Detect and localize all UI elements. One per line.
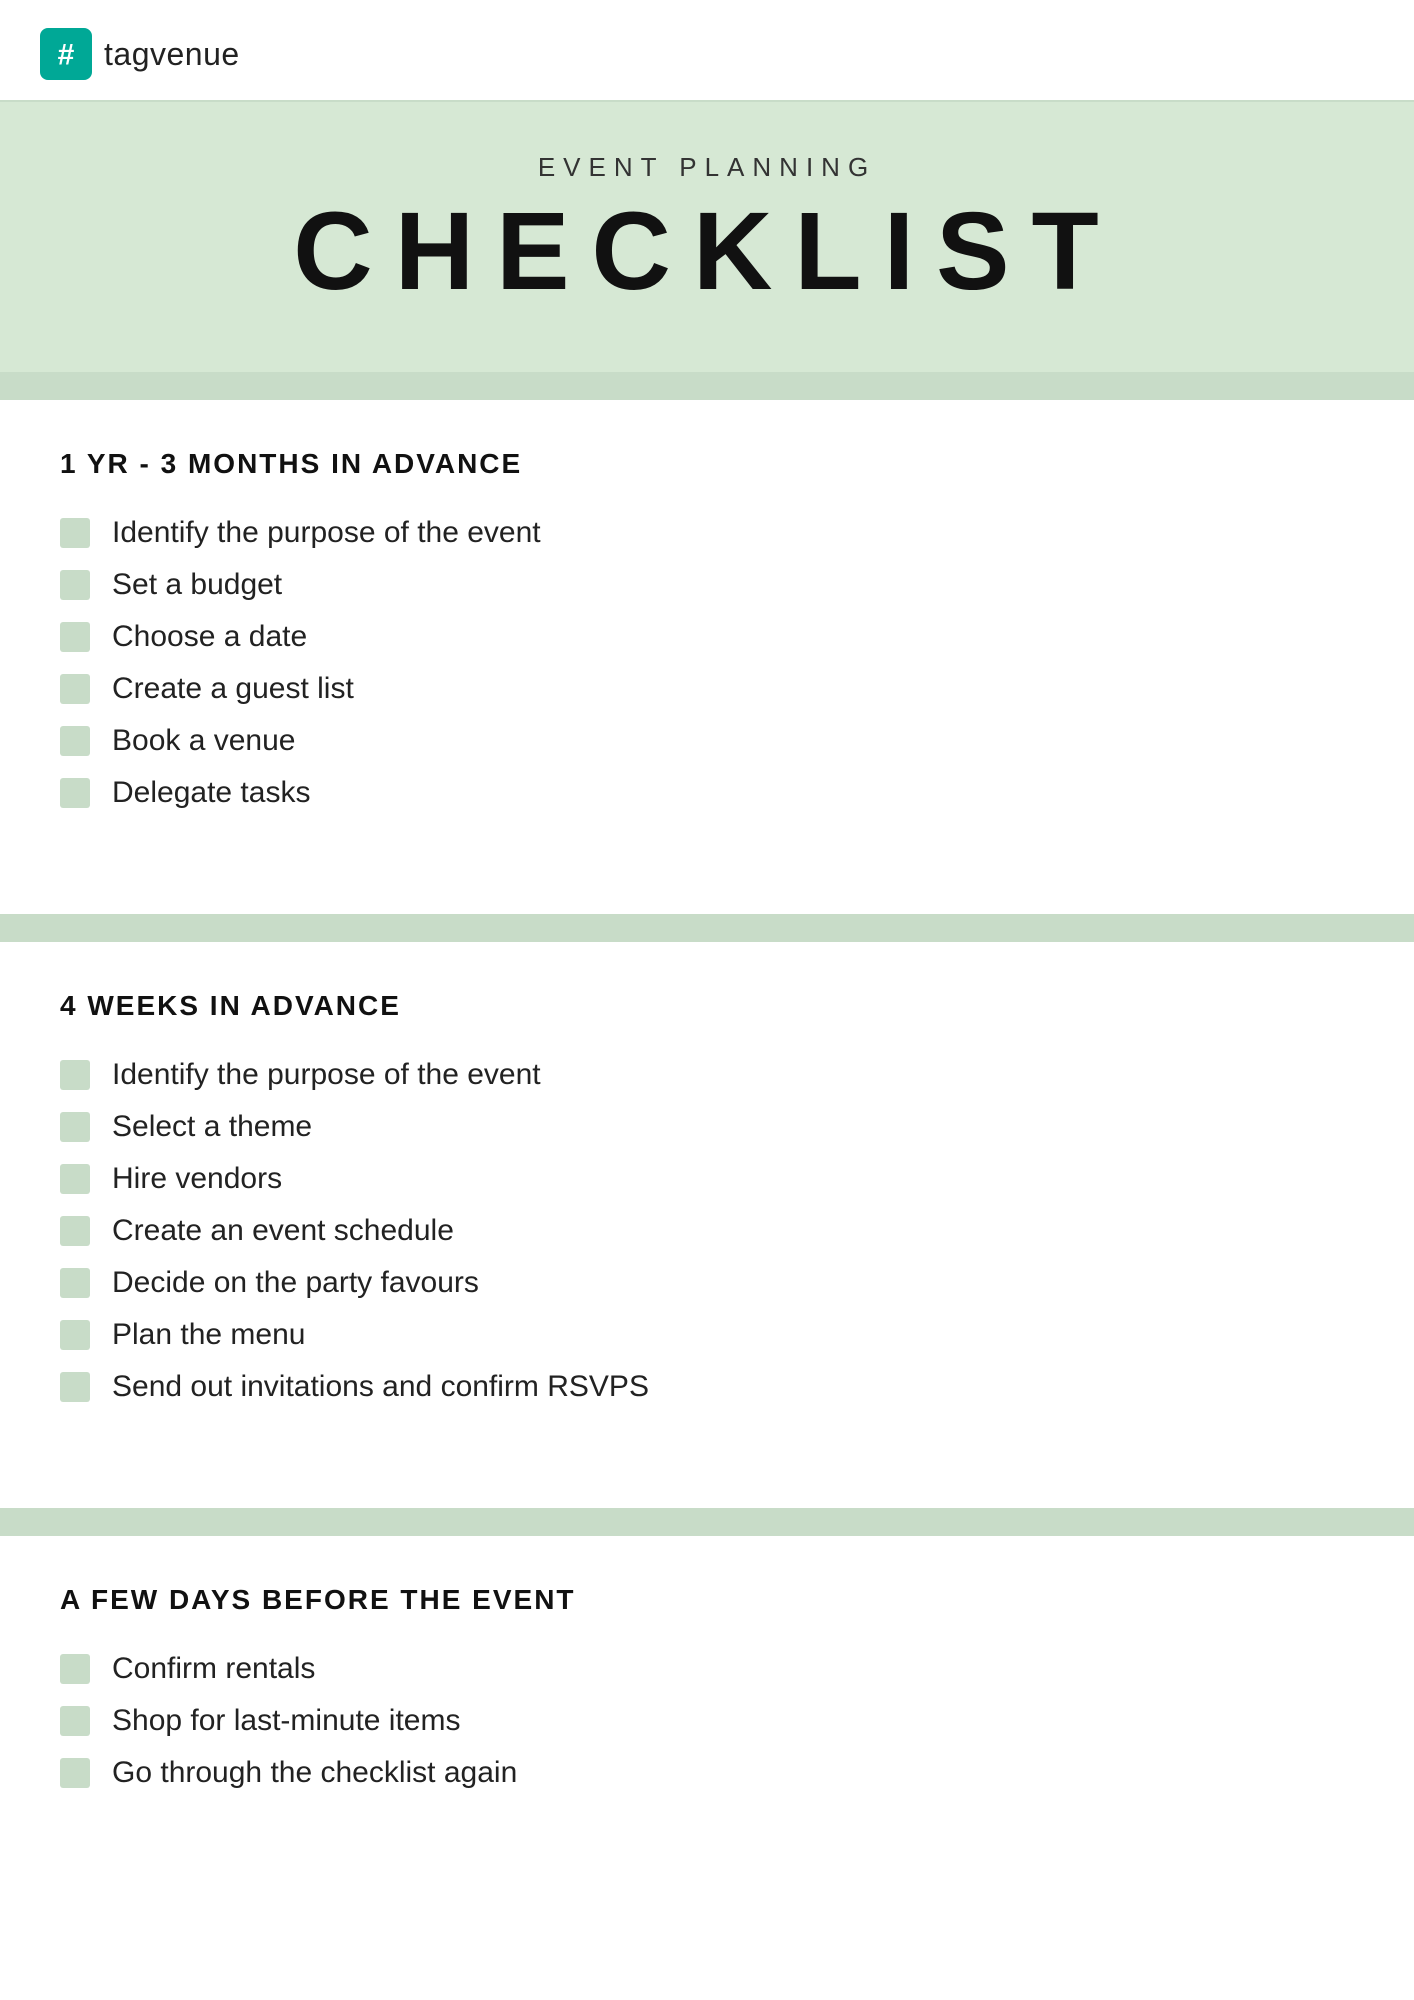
checkbox-icon[interactable] [60, 674, 90, 704]
list-item-label: Hire vendors [112, 1162, 282, 1196]
list-item-label: Identify the purpose of the event [112, 516, 541, 550]
checkbox-icon[interactable] [60, 1654, 90, 1684]
list-item: Identify the purpose of the event [60, 1058, 1354, 1092]
list-item-label: Send out invitations and confirm RSVPS [112, 1370, 649, 1404]
list-item: Identify the purpose of the event [60, 516, 1354, 550]
list-item-label: Select a theme [112, 1110, 312, 1144]
hero-title: CHECKLIST [40, 191, 1374, 312]
section-divider-2 [0, 914, 1414, 942]
list-item-label: Delegate tasks [112, 776, 310, 810]
section-1yr-list: Identify the purpose of the event Set a … [60, 516, 1354, 810]
list-item: Send out invitations and confirm RSVPS [60, 1370, 1354, 1404]
list-item: Create a guest list [60, 672, 1354, 706]
footer-space [0, 1846, 1414, 1906]
checkbox-icon[interactable] [60, 570, 90, 600]
logo-text: tagvenue [104, 36, 240, 73]
section-fewdays-list: Confirm rentals Shop for last-minute ite… [60, 1652, 1354, 1790]
list-item-label: Plan the menu [112, 1318, 305, 1352]
checkbox-icon[interactable] [60, 1164, 90, 1194]
list-item: Set a budget [60, 568, 1354, 602]
section-4weeks-block: 4 WEEKS IN ADVANCE Identify the purpose … [0, 942, 1414, 1460]
list-item-label: Confirm rentals [112, 1652, 315, 1686]
checkbox-icon[interactable] [60, 518, 90, 548]
checkbox-icon[interactable] [60, 1758, 90, 1788]
list-item-label: Create a guest list [112, 672, 354, 706]
list-item-label: Shop for last-minute items [112, 1704, 460, 1738]
section-gap-1 [0, 866, 1414, 914]
checkbox-icon[interactable] [60, 1112, 90, 1142]
logo-bar: # tagvenue [0, 0, 1414, 102]
list-item-label: Identify the purpose of the event [112, 1058, 541, 1092]
section-divider-3 [0, 1508, 1414, 1536]
checkbox-icon[interactable] [60, 1706, 90, 1736]
section-1yr-block: 1 YR - 3 MONTHS IN ADVANCE Identify the … [0, 400, 1414, 866]
section-gap-2 [0, 1460, 1414, 1508]
section-4weeks-heading: 4 WEEKS IN ADVANCE [60, 990, 1354, 1022]
list-item-label: Decide on the party favours [112, 1266, 479, 1300]
checkbox-icon[interactable] [60, 622, 90, 652]
svg-text:#: # [58, 39, 75, 72]
checkbox-icon[interactable] [60, 1268, 90, 1298]
checkbox-icon[interactable] [60, 1372, 90, 1402]
list-item: Delegate tasks [60, 776, 1354, 810]
tagvenue-logo-icon: # [40, 28, 92, 80]
list-item: Choose a date [60, 620, 1354, 654]
section-fewdays-heading: A FEW DAYS BEFORE THE EVENT [60, 1584, 1354, 1616]
checkbox-icon[interactable] [60, 1060, 90, 1090]
list-item: Book a venue [60, 724, 1354, 758]
section-4weeks-list: Identify the purpose of the event Select… [60, 1058, 1354, 1404]
list-item: Confirm rentals [60, 1652, 1354, 1686]
list-item: Plan the menu [60, 1318, 1354, 1352]
list-item-label: Choose a date [112, 620, 307, 654]
hero-subtitle: EVENT PLANNING [40, 152, 1374, 183]
section-divider-1 [0, 372, 1414, 400]
list-item: Decide on the party favours [60, 1266, 1354, 1300]
checkbox-icon[interactable] [60, 726, 90, 756]
list-item: Hire vendors [60, 1162, 1354, 1196]
list-item-label: Create an event schedule [112, 1214, 454, 1248]
list-item: Go through the checklist again [60, 1756, 1354, 1790]
list-item: Shop for last-minute items [60, 1704, 1354, 1738]
list-item: Create an event schedule [60, 1214, 1354, 1248]
checkbox-icon[interactable] [60, 1216, 90, 1246]
list-item-label: Go through the checklist again [112, 1756, 517, 1790]
list-item-label: Set a budget [112, 568, 282, 602]
hero-section: EVENT PLANNING CHECKLIST [0, 102, 1414, 372]
list-item-label: Book a venue [112, 724, 295, 758]
list-item: Select a theme [60, 1110, 1354, 1144]
section-1yr-heading: 1 YR - 3 MONTHS IN ADVANCE [60, 448, 1354, 480]
section-fewdays-block: A FEW DAYS BEFORE THE EVENT Confirm rent… [0, 1536, 1414, 1846]
checkbox-icon[interactable] [60, 778, 90, 808]
checkbox-icon[interactable] [60, 1320, 90, 1350]
